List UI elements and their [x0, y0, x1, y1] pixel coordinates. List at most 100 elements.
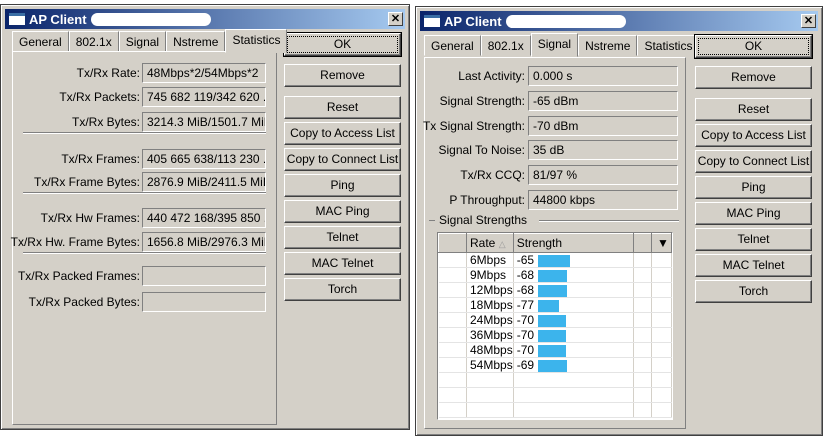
row-header: [438, 233, 467, 253]
field-label: Tx/Rx Packed Frames:: [17, 269, 140, 283]
tab-signal[interactable]: Signal: [530, 33, 579, 57]
column-header-rate[interactable]: Rate △: [466, 233, 514, 253]
tab-statistics[interactable]: Statistics: [637, 35, 700, 56]
signal-strengths-table[interactable]: Rate △ Strength ▼ 6Mbps -65 9Mbps -68 12Mbps…: [437, 232, 673, 420]
ping-button[interactable]: Ping: [695, 176, 812, 199]
telnet-button[interactable]: Telnet: [695, 228, 812, 251]
torch-button[interactable]: Torch: [284, 278, 401, 301]
ap-client-window-signal: AP Client ✕ General 802.1x Signal Nstreme St…: [415, 6, 823, 436]
field-value[interactable]: -70 dBm: [528, 115, 678, 136]
divider: [23, 132, 266, 134]
table-row[interactable]: 48Mbps -70: [438, 342, 672, 358]
field-label: Signal To Noise:: [438, 143, 526, 158]
empty-cell: [651, 297, 672, 313]
table-row[interactable]: 36Mbps -70: [438, 327, 672, 343]
table-row[interactable]: 18Mbps -77: [438, 297, 672, 313]
table-row[interactable]: 12Mbps -68: [438, 282, 672, 298]
copy-to-connect-list-button[interactable]: Copy to Connect List: [284, 148, 401, 171]
button-label: MAC Telnet: [311, 256, 374, 270]
mac-ping-button[interactable]: MAC Ping: [284, 200, 401, 223]
remove-button[interactable]: Remove: [284, 64, 401, 87]
tab-802-1x[interactable]: 802.1x: [480, 35, 531, 56]
field-row-tx-rx-ccq: Tx/Rx CCQ: 81/97 %: [425, 165, 685, 186]
table-row[interactable]: 9Mbps -68: [438, 267, 672, 283]
strength-cell: -70: [513, 312, 634, 328]
tab-nstreme[interactable]: Nstreme: [166, 31, 226, 52]
field-value[interactable]: 44800 kbps: [528, 190, 678, 210]
field-label: Tx/Rx Hw Frames:: [40, 211, 140, 225]
ok-button[interactable]: OK: [283, 32, 402, 57]
tab-statistics[interactable]: Statistics: [225, 29, 288, 53]
tab-nstreme[interactable]: Nstreme: [578, 35, 638, 56]
rate-cell: 9Mbps: [466, 267, 514, 283]
tab-signal[interactable]: Signal: [118, 31, 167, 52]
button-label: Torch: [327, 282, 358, 296]
field-value[interactable]: 0.000 s: [528, 66, 678, 86]
field-value[interactable]: 745 682 119/342 620 ...: [142, 87, 266, 107]
empty-row: [438, 372, 672, 388]
field-label: Tx/Rx Bytes:: [71, 115, 140, 129]
ping-button[interactable]: Ping: [284, 174, 401, 197]
field-label: Tx Signal Strength:: [422, 118, 525, 133]
close-button[interactable]: ✕: [388, 12, 403, 26]
field-value[interactable]: 3214.3 MiB/1501.7 MiB: [142, 112, 266, 132]
button-label: Reset: [326, 100, 359, 114]
mac-telnet-button[interactable]: MAC Telnet: [284, 252, 401, 275]
button-label: MAC Ping: [726, 206, 781, 220]
title-bar: AP Client ✕: [5, 9, 405, 29]
field-row-tx-rx-rate: Tx/Rx Rate: 48Mbps*2/54Mbps*2: [13, 63, 276, 83]
button-label: Copy to Access List: [701, 128, 806, 142]
field-label: Tx/Rx Packets:: [59, 90, 140, 104]
reset-button[interactable]: Reset: [695, 98, 812, 121]
field-row-tx-rx-hw-frame-bytes: Tx/Rx Hw. Frame Bytes: 1656.8 MiB/2976.3 …: [10, 232, 276, 252]
field-value[interactable]: 35 dB: [528, 140, 678, 161]
tab-general[interactable]: General: [424, 35, 481, 56]
field-value[interactable]: 405 665 638/113 230 ...: [142, 149, 266, 169]
empty-cell: [651, 342, 672, 358]
empty-cell: [633, 282, 653, 298]
row-header-cell: [438, 267, 467, 283]
field-value[interactable]: [142, 266, 266, 286]
tab-general[interactable]: General: [12, 31, 69, 52]
row-header-cell: [438, 327, 467, 343]
telnet-button[interactable]: Telnet: [284, 226, 401, 249]
empty-cell: [633, 252, 653, 268]
strength-cell: -69: [513, 357, 634, 373]
field-value[interactable]: 1656.8 MiB/2976.3 MiB: [142, 232, 266, 252]
field-value[interactable]: 81/97 %: [528, 165, 678, 186]
field-value[interactable]: [142, 292, 266, 312]
field-value[interactable]: 48Mbps*2/54Mbps*2: [142, 63, 266, 83]
copy-to-access-list-button[interactable]: Copy to Access List: [284, 122, 401, 145]
column-header-strength[interactable]: Strength: [512, 233, 634, 253]
button-label: Telnet: [737, 232, 770, 246]
table-row[interactable]: 6Mbps -65: [438, 252, 672, 268]
empty-cell: [651, 372, 672, 388]
torch-button[interactable]: Torch: [695, 280, 812, 303]
field-label: Tx/Rx Hw. Frame Bytes:: [10, 235, 140, 249]
empty-row: [438, 387, 672, 403]
strength-cell: -70: [513, 342, 634, 358]
ok-button[interactable]: OK: [694, 34, 813, 59]
copy-to-connect-list-button[interactable]: Copy to Connect List: [695, 150, 812, 173]
strength-value: -77: [516, 298, 535, 312]
remove-button[interactable]: Remove: [695, 66, 812, 89]
button-label: Remove: [731, 70, 776, 84]
tab-802-1x[interactable]: 802.1x: [68, 31, 119, 52]
table-row[interactable]: 54Mbps -69: [438, 357, 672, 373]
column-menu-dropdown-icon[interactable]: ▼: [651, 233, 672, 253]
table-row[interactable]: 24Mbps -70: [438, 312, 672, 328]
mac-telnet-button[interactable]: MAC Telnet: [695, 254, 812, 277]
rate-cell: 36Mbps: [466, 327, 514, 343]
field-row-p-throughput: P Throughput: 44800 kbps: [425, 190, 685, 210]
field-value[interactable]: 2876.9 MiB/2411.5 MiB: [142, 172, 266, 192]
reset-button[interactable]: Reset: [284, 96, 401, 119]
field-row-tx-rx-packed-bytes: Tx/Rx Packed Bytes:: [13, 292, 276, 312]
mac-ping-button[interactable]: MAC Ping: [695, 202, 812, 225]
strength-bar: [538, 329, 567, 342]
empty-cell: [651, 357, 672, 373]
strength-cell: -68: [513, 267, 634, 283]
field-value[interactable]: 440 472 168/395 850 ...: [142, 208, 266, 228]
field-value[interactable]: -65 dBm: [528, 90, 678, 111]
copy-to-access-list-button[interactable]: Copy to Access List: [695, 124, 812, 147]
close-button[interactable]: ✕: [801, 14, 816, 28]
